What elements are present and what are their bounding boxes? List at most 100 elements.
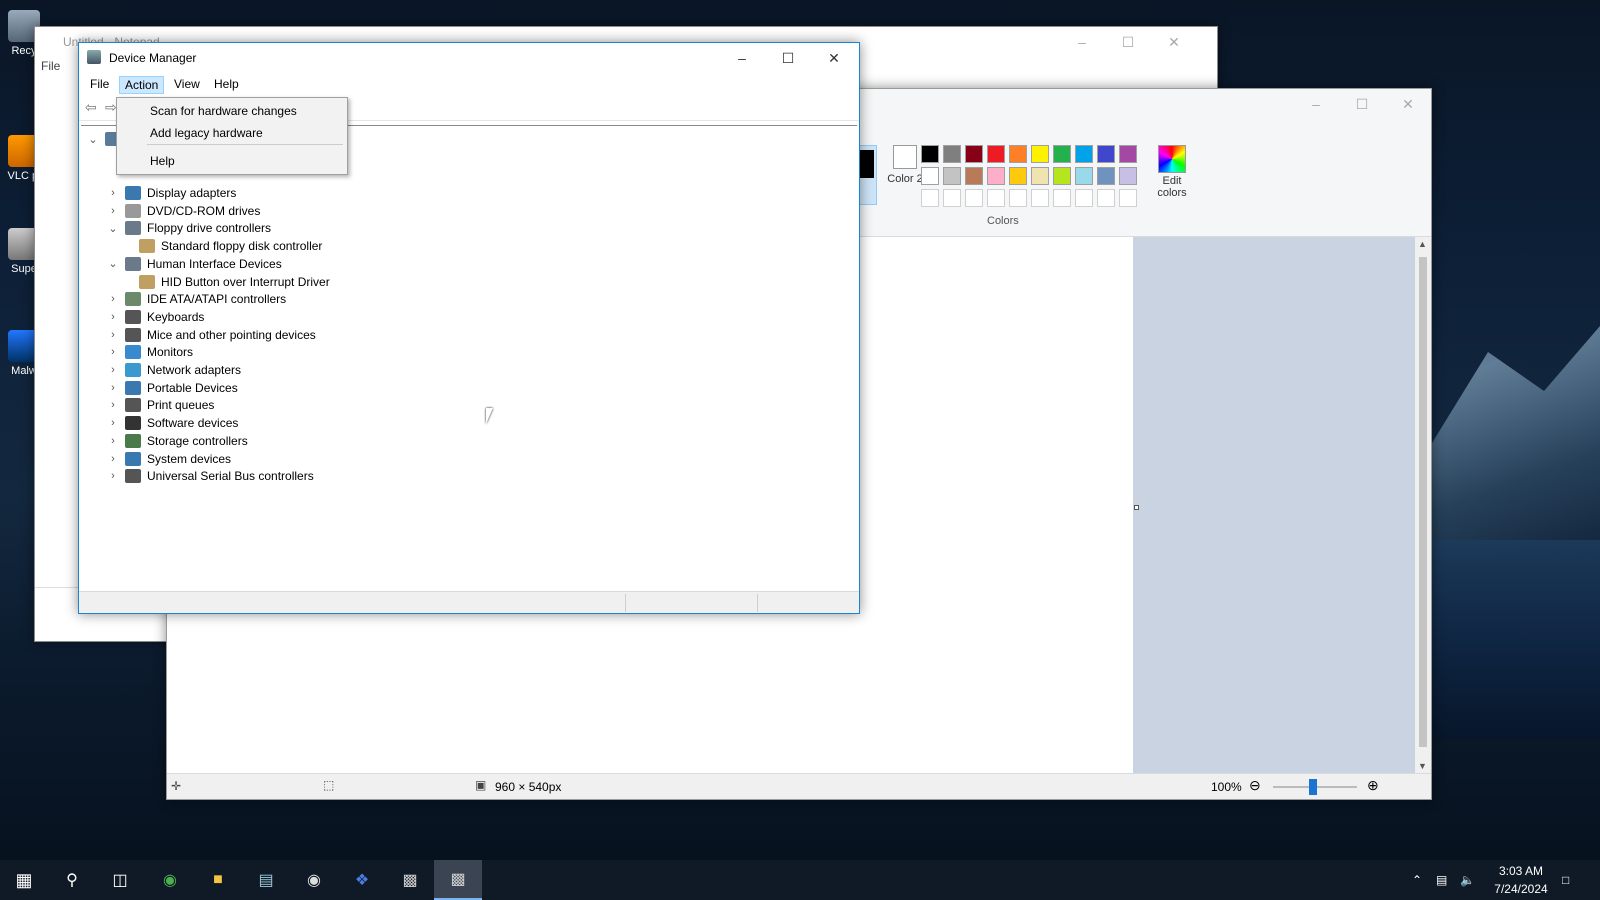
network-icon[interactable]: ▤ <box>1436 860 1447 900</box>
palette-swatch[interactable] <box>1031 145 1049 163</box>
menu-help[interactable]: Help <box>209 76 244 92</box>
expand-chevron-icon[interactable]: › <box>107 453 119 465</box>
palette-swatch[interactable] <box>1053 145 1071 163</box>
custom-color-slot[interactable] <box>1119 189 1137 207</box>
forward-arrow-icon[interactable]: ⇨ <box>105 99 117 116</box>
zoom-out-icon[interactable]: ⊖ <box>1249 777 1261 794</box>
close-button[interactable]: ✕ <box>1385 89 1431 119</box>
back-arrow-icon[interactable]: ⇦ <box>85 99 97 116</box>
tree-category-item[interactable]: › DVD/CD-ROM drives <box>107 202 260 220</box>
custom-color-slot[interactable] <box>921 189 939 207</box>
tree-category-item[interactable]: › Mice and other pointing devices <box>107 326 316 344</box>
volume-muted-icon[interactable]: 🔈 <box>1460 860 1475 900</box>
tree-category-item[interactable]: › Print queues <box>107 396 214 414</box>
taskbar-device-manager[interactable]: ▩ <box>434 860 482 900</box>
expand-chevron-icon[interactable]: › <box>107 346 119 358</box>
scrollbar-thumb[interactable] <box>1419 257 1427 747</box>
custom-color-slot[interactable] <box>943 189 961 207</box>
scroll-down-icon[interactable]: ▼ <box>1418 761 1427 771</box>
palette-swatch[interactable] <box>1009 145 1027 163</box>
menu-action[interactable]: Action <box>119 76 165 94</box>
taskbar-malwarebytes[interactable]: ❖ <box>338 860 386 900</box>
palette-swatch[interactable] <box>965 167 983 185</box>
palette-swatch[interactable] <box>987 167 1005 185</box>
tree-category-item[interactable]: ⌄ Floppy drive controllers <box>107 219 271 237</box>
custom-color-slot[interactable] <box>1097 189 1115 207</box>
custom-color-slot[interactable] <box>965 189 983 207</box>
menu-view[interactable]: View <box>169 76 205 92</box>
expand-chevron-icon[interactable]: › <box>107 417 119 429</box>
zoom-slider-thumb[interactable] <box>1309 779 1317 795</box>
taskbar-browser[interactable]: ◉ <box>146 860 194 900</box>
tree-category-item[interactable]: › Storage controllers <box>107 432 248 450</box>
palette-swatch[interactable] <box>921 145 939 163</box>
zoom-in-icon[interactable]: ⊕ <box>1367 777 1379 794</box>
maximize-button[interactable]: ☐ <box>1339 89 1385 119</box>
menu-item-help[interactable]: Help <box>150 154 175 168</box>
menu-item-add-legacy-hardware[interactable]: Add legacy hardware <box>150 126 263 140</box>
palette-swatch[interactable] <box>1075 145 1093 163</box>
device-tree[interactable]: ⌄ › Display adapters › DVD/CD-ROM drives ⌄ Fl… <box>81 125 857 589</box>
canvas-resize-handle[interactable] <box>1134 505 1139 510</box>
tree-category-item[interactable]: › Display adapters <box>107 184 236 202</box>
tree-category-item[interactable]: › Portable Devices <box>107 379 238 397</box>
collapse-chevron-icon[interactable]: ⌄ <box>87 133 99 146</box>
maximize-button[interactable]: ☐ <box>765 43 811 73</box>
custom-color-slot[interactable] <box>1075 189 1093 207</box>
palette-swatch[interactable] <box>987 145 1005 163</box>
close-button[interactable]: ✕ <box>811 43 857 73</box>
tree-category-item[interactable]: › Network adapters <box>107 361 241 379</box>
tree-category-item[interactable]: › System devices <box>107 450 231 468</box>
tree-category-item[interactable]: › Software devices <box>107 414 238 432</box>
vertical-scrollbar[interactable]: ▲ ▼ <box>1415 237 1431 773</box>
palette-swatch[interactable] <box>943 167 961 185</box>
tree-device-item[interactable]: HID Button over Interrupt Driver <box>139 273 330 291</box>
minimize-button[interactable]: – <box>719 43 765 73</box>
menu-file[interactable]: File <box>85 76 114 92</box>
palette-swatch[interactable] <box>1097 167 1115 185</box>
expand-chevron-icon[interactable]: › <box>107 293 119 305</box>
taskbar-device-app[interactable]: ▩ <box>386 860 434 900</box>
expand-chevron-icon[interactable]: › <box>107 399 119 411</box>
tree-device-item[interactable]: Standard floppy disk controller <box>139 237 322 255</box>
palette-swatch[interactable] <box>943 145 961 163</box>
close-button[interactable]: ✕ <box>1151 27 1197 57</box>
palette-swatch[interactable] <box>921 167 939 185</box>
expand-chevron-icon[interactable]: › <box>107 435 119 447</box>
expand-chevron-icon[interactable]: › <box>107 364 119 376</box>
taskbar-paint[interactable]: ◉ <box>290 860 338 900</box>
zoom-slider[interactable] <box>1273 779 1357 795</box>
maximize-button[interactable]: ☐ <box>1105 27 1151 57</box>
custom-color-slot[interactable] <box>1031 189 1049 207</box>
palette-swatch[interactable] <box>1053 167 1071 185</box>
custom-color-slot[interactable] <box>987 189 1005 207</box>
clock[interactable]: 3:03 AM 7/24/2024 <box>1486 860 1556 900</box>
color2-selector[interactable]: Color 2 <box>885 145 925 215</box>
expand-chevron-icon[interactable]: › <box>107 187 119 199</box>
palette-swatch[interactable] <box>1119 167 1137 185</box>
minimize-button[interactable]: – <box>1059 27 1105 57</box>
collapse-chevron-icon[interactable]: ⌄ <box>107 257 119 270</box>
palette-swatch[interactable] <box>1119 145 1137 163</box>
palette-swatch[interactable] <box>1097 145 1115 163</box>
collapse-chevron-icon[interactable]: ⌄ <box>107 222 119 235</box>
tree-category-item[interactable]: › Universal Serial Bus controllers <box>107 467 314 485</box>
palette-swatch[interactable] <box>965 145 983 163</box>
minimize-button[interactable]: – <box>1293 89 1339 119</box>
tree-category-item[interactable]: › IDE ATA/ATAPI controllers <box>107 290 286 308</box>
tree-category-item[interactable]: › Keyboards <box>107 308 204 326</box>
palette-swatch[interactable] <box>1031 167 1049 185</box>
custom-color-slot[interactable] <box>1009 189 1027 207</box>
notepad-menu-file[interactable]: File <box>41 59 60 73</box>
search-button[interactable]: ⚲ <box>48 860 96 900</box>
expand-chevron-icon[interactable]: › <box>107 329 119 341</box>
expand-chevron-icon[interactable]: › <box>107 470 119 482</box>
edit-colors-button[interactable]: Edit colors <box>1147 145 1197 199</box>
scroll-up-icon[interactable]: ▲ <box>1418 239 1427 249</box>
start-button[interactable]: ▦ <box>0 860 48 900</box>
color1-selector[interactable] <box>859 145 877 205</box>
tree-category-item[interactable]: › Monitors <box>107 343 193 361</box>
taskbar-notepad[interactable]: ▤ <box>242 860 290 900</box>
notifications-icon[interactable]: □ <box>1562 860 1569 900</box>
task-view-button[interactable]: ◫ <box>96 860 144 900</box>
